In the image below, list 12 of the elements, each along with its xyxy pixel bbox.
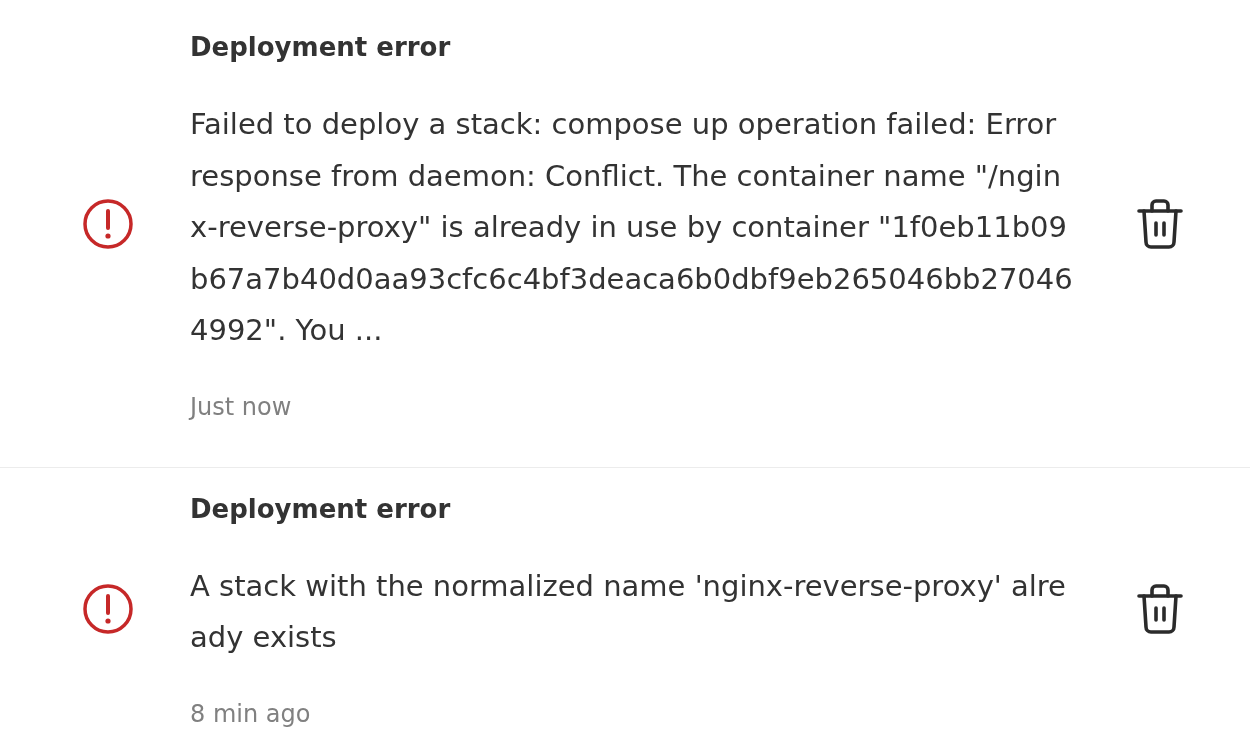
notification-time: Just now [190,391,293,423]
delete-button[interactable] [1135,583,1185,634]
notification-title: Deployment error [190,492,452,526]
notification-title: Deployment error [190,31,452,64]
exclamation-circle-icon [82,582,134,635]
trash-icon [1137,199,1183,250]
notification-time: 8 min ago [190,698,312,730]
trash-icon [1137,583,1183,634]
delete-button[interactable] [1135,199,1185,250]
exclamation-circle-icon [82,198,134,251]
notification-message: A stack with the normalized name 'nginx-reverse-proxy' already exists [190,567,1067,656]
notification-message: Failed to deploy a stack: compose up operation failed: Error response from daemon: Conflict. The container name "/nginx-reverse-proxy" is already in use by container "1f0eb11b09b67a7b40d0aa93cfc6c4bf3deaca6b0dbf9eb265046bb270464992". You ... [190,106,1074,349]
